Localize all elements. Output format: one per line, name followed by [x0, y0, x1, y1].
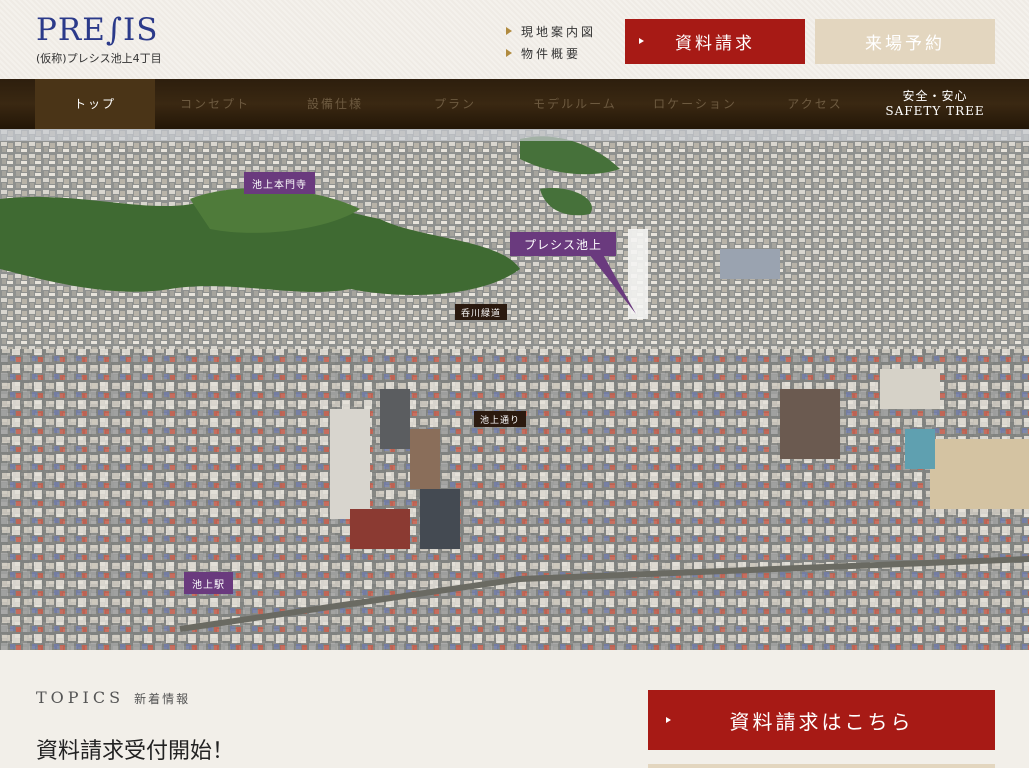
nav-item-plan[interactable]: プラン [395, 79, 515, 129]
util-link-overview[interactable]: 物件概要 [506, 42, 596, 64]
nav-item-access[interactable]: アクセス [755, 79, 875, 129]
topics-title-ja: 新着情報 [134, 692, 191, 706]
global-nav: トップ コンセプト 設備仕様 プラン モデルルーム ロケーション アクセス 安全… [0, 79, 1029, 129]
arrow-right-icon [639, 38, 644, 44]
logo-wordmark: PRE∫IS [36, 12, 159, 48]
topics-heading: TOPICS 新着情報 [36, 688, 234, 707]
map-label-ikegami-station: 池上駅 [184, 572, 233, 594]
site-header: PRE∫IS (仮称)プレシス池上4丁目 現地案内図 物件概要 資料請求 来場予… [0, 0, 1029, 79]
util-link-label: 物件概要 [521, 46, 582, 61]
request-materials-cta-button[interactable]: 資料請求はこちら [648, 690, 995, 750]
topics-title-en: TOPICS [36, 688, 125, 707]
map-label-property: プレシス池上 [510, 232, 617, 256]
request-materials-button[interactable]: 資料請求 [625, 19, 805, 64]
safety-line-ja: 安全・安心 [902, 89, 968, 103]
safety-line-en: SAFETY TREE [885, 104, 985, 118]
aerial-city-image [0, 129, 1029, 650]
nav-item-safety-tree[interactable]: 安全・安心 SAFETY TREE [875, 79, 995, 129]
nav-item-model-room[interactable]: モデルルーム [515, 79, 635, 129]
triangle-bullet-icon [506, 49, 512, 57]
nav-item-top[interactable]: トップ [35, 79, 155, 129]
visit-reservation-button[interactable]: 来場予約 [815, 19, 995, 64]
cta-divider [648, 764, 995, 768]
logo-subtitle: (仮称)プレシス池上4丁目 [36, 52, 162, 65]
visit-reservation-label: 来場予約 [865, 34, 945, 54]
request-materials-cta-label: 資料請求はこちら [729, 709, 914, 734]
logo[interactable]: PRE∫IS (仮称)プレシス池上4丁目 [36, 12, 162, 66]
utility-links: 現地案内図 物件概要 [506, 20, 596, 64]
util-link-label: 現地案内図 [521, 24, 597, 39]
util-link-map[interactable]: 現地案内図 [506, 20, 596, 42]
triangle-bullet-icon [506, 27, 512, 35]
topics-item-link[interactable]: 資料請求受付開始！ [36, 733, 234, 765]
request-materials-label: 資料請求 [675, 34, 755, 54]
topics-section: TOPICS 新着情報 資料請求受付開始！ [36, 688, 234, 765]
nav-item-concept[interactable]: コンセプト [155, 79, 275, 129]
map-label-ikegami-dori: 池上通り [474, 411, 527, 427]
nav-item-equipment[interactable]: 設備仕様 [275, 79, 395, 129]
nav-item-location[interactable]: ロケーション [635, 79, 755, 129]
arrow-right-icon [666, 717, 671, 723]
map-label-honmonji: 池上本門寺 [244, 172, 315, 194]
map-label-kagawa-ryokudo: 呑川緑道 [455, 304, 508, 320]
aerial-photo: 池上本門寺 プレシス池上 呑川緑道 池上通り 池上駅 [0, 129, 1029, 650]
